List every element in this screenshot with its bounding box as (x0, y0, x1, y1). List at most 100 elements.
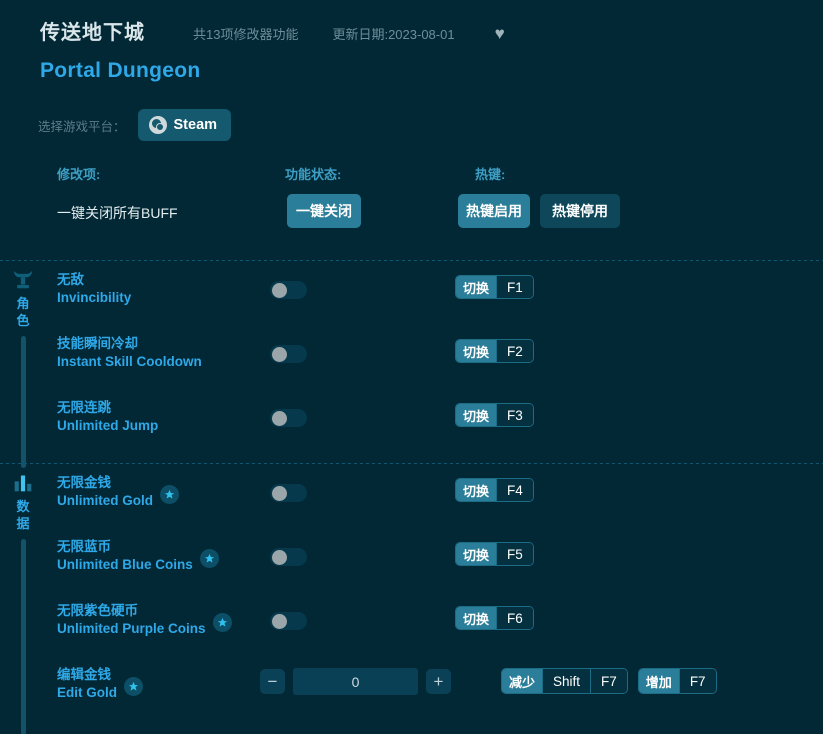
cheat-name-cn: 技能瞬间冷却 (57, 335, 202, 353)
cheat-name-cn: 无敌 (57, 271, 131, 289)
decrement-button[interactable]: − (260, 669, 285, 694)
cheat-hotkey-button[interactable]: 切换F3 (455, 403, 534, 427)
feature-count: 共13项修改器功能 (193, 24, 298, 43)
platform-selector-row: 选择游戏平台： Steam (0, 108, 823, 142)
cheat-name-en: Unlimited Jump (57, 417, 158, 435)
steam-icon (149, 116, 167, 134)
section-label-0: 角色 (15, 295, 31, 329)
platform-steam-button[interactable]: Steam (138, 109, 232, 141)
star-icon (213, 613, 232, 632)
sections-container: 角色无敌Invincibility切换F1技能瞬间冷却Instant Skill… (0, 261, 823, 720)
cheat-name-en: Unlimited Blue Coins (57, 556, 193, 574)
helmet-icon (12, 268, 34, 290)
game-title-cn: 传送地下城 (40, 16, 145, 45)
column-header-hotkey: 热键: (475, 164, 505, 183)
cheat-hotkey-button[interactable]: 切换F5 (455, 542, 534, 566)
cheat-name-cn: 无限蓝币 (57, 538, 193, 556)
section-label-1: 数据 (15, 498, 31, 532)
section-sidebar: 数据 (0, 464, 46, 734)
star-icon (160, 485, 179, 504)
hotkey-action-label: 切换 (456, 607, 496, 629)
section-rows: 无敌Invincibility切换F1技能瞬间冷却Instant Skill C… (46, 261, 823, 453)
cheat-hotkey-button[interactable]: 切换F6 (455, 606, 534, 630)
increment-button[interactable]: + (426, 669, 451, 694)
section-rows: 无限金钱Unlimited Gold切换F4无限蓝币Unlimited Blue… (46, 464, 823, 720)
cheat-hotkey-button[interactable]: 切换F1 (455, 275, 534, 299)
hotkey-key-label: F1 (496, 276, 533, 298)
toggle-knob (272, 614, 287, 629)
cheat-toggle-switch[interactable] (270, 281, 307, 299)
cheat-row: 无限紫色硬币Unlimited Purple Coins 切换F6 (46, 592, 823, 656)
value-stepper: −0 + (260, 668, 451, 695)
value-input[interactable]: 0 (293, 668, 418, 695)
toggle-knob (272, 486, 287, 501)
cheat-toggle-switch[interactable] (270, 612, 307, 630)
hotkey-action-label: 切换 (456, 276, 496, 298)
column-headers: 修改项: 功能状态: 热键: (0, 164, 823, 190)
cheat-row: 无敌Invincibility 切换F1 (46, 261, 823, 325)
hotkey-key-label: F6 (496, 607, 533, 629)
cheat-name-group: 技能瞬间冷却Instant Skill Cooldown (57, 335, 202, 371)
cheat-toggle-switch[interactable] (270, 345, 307, 363)
cheat-row: 编辑金钱Edit Gold−0+减少ShiftF7增加F7 (46, 656, 823, 720)
platform-steam-label: Steam (174, 117, 218, 133)
section-accent-bar (21, 539, 26, 734)
hotkey-action-label: 切换 (456, 340, 496, 362)
hotkey-key-label: F4 (496, 479, 533, 501)
cheat-name-group: 编辑金钱Edit Gold (57, 666, 143, 702)
section-accent-bar (21, 336, 26, 468)
update-date: 更新日期:2023-08-01 (332, 24, 454, 43)
favorite-heart-icon[interactable]: ♥ (495, 25, 505, 42)
close-all-buffs-button[interactable]: 一键关闭 (287, 194, 361, 228)
global-row-label: 一键关闭所有BUFF (57, 203, 178, 223)
cheat-name-en: Instant Skill Cooldown (57, 353, 202, 371)
hotkey-enable-button[interactable]: 热键启用 (458, 194, 530, 228)
hotkey-action-label: 减少 (502, 669, 542, 693)
cheat-toggle-switch[interactable] (270, 409, 307, 427)
cheat-toggle-switch[interactable] (270, 548, 307, 566)
hotkey-disable-button[interactable]: 热键停用 (540, 194, 620, 228)
header: 传送地下城 共13项修改器功能 更新日期:2023-08-01 ♥ Portal… (0, 0, 823, 83)
platform-label: 选择游戏平台： (38, 116, 126, 135)
hotkey-key-label: F7 (679, 669, 716, 693)
increase-hotkey-button[interactable]: 增加F7 (638, 668, 717, 694)
hotkey-key-label: F7 (590, 669, 627, 693)
cheat-name-en: Invincibility (57, 289, 131, 307)
cheat-row: 无限连跳Unlimited Jump 切换F3 (46, 389, 823, 453)
decrease-hotkey-button[interactable]: 减少ShiftF7 (501, 668, 628, 694)
hotkey-modifier-label: Shift (542, 669, 590, 693)
section-角色: 角色无敌Invincibility切换F1技能瞬间冷却Instant Skill… (0, 261, 823, 453)
star-icon (200, 549, 219, 568)
cheat-row: 技能瞬间冷却Instant Skill Cooldown 切换F2 (46, 325, 823, 389)
cheat-name-group: 无限蓝币Unlimited Blue Coins (57, 538, 219, 574)
cheat-name-en: Unlimited Gold (57, 492, 153, 510)
cheat-toggle-switch[interactable] (270, 484, 307, 502)
hotkey-key-label: F5 (496, 543, 533, 565)
section-sidebar: 角色 (0, 261, 46, 468)
hotkey-action-label: 切换 (456, 479, 496, 501)
toggle-knob (272, 550, 287, 565)
cheat-name-group: 无限紫色硬币Unlimited Purple Coins (57, 602, 232, 638)
trainer-window: 传送地下城 共13项修改器功能 更新日期:2023-08-01 ♥ Portal… (0, 0, 823, 734)
cheat-hotkey-button[interactable]: 切换F2 (455, 339, 534, 363)
cheat-name-cn: 无限金钱 (57, 474, 153, 492)
toggle-knob (272, 283, 287, 298)
cheat-row: 无限蓝币Unlimited Blue Coins 切换F5 (46, 528, 823, 592)
cheat-name-cn: 无限连跳 (57, 399, 158, 417)
game-title-en: Portal Dungeon (0, 59, 823, 83)
stepper-hotkeys: 减少ShiftF7增加F7 (501, 668, 717, 694)
header-title-row: 传送地下城 共13项修改器功能 更新日期:2023-08-01 ♥ (0, 16, 823, 50)
hotkey-action-label: 增加 (639, 669, 679, 693)
toggle-knob (272, 347, 287, 362)
global-disable-row: 一键关闭所有BUFF 一键关闭 热键启用 热键停用 (0, 190, 823, 246)
cheat-name-en: Edit Gold (57, 684, 117, 702)
cheat-name-group: 无敌Invincibility (57, 271, 131, 307)
toggle-knob (272, 411, 287, 426)
cheat-hotkey-button[interactable]: 切换F4 (455, 478, 534, 502)
hotkey-key-label: F3 (496, 404, 533, 426)
cheat-name-en: Unlimited Purple Coins (57, 620, 206, 638)
hotkey-action-label: 切换 (456, 543, 496, 565)
hotkey-action-label: 切换 (456, 404, 496, 426)
cheat-row: 无限金钱Unlimited Gold 切换F4 (46, 464, 823, 528)
bar-chart-icon (13, 471, 33, 493)
